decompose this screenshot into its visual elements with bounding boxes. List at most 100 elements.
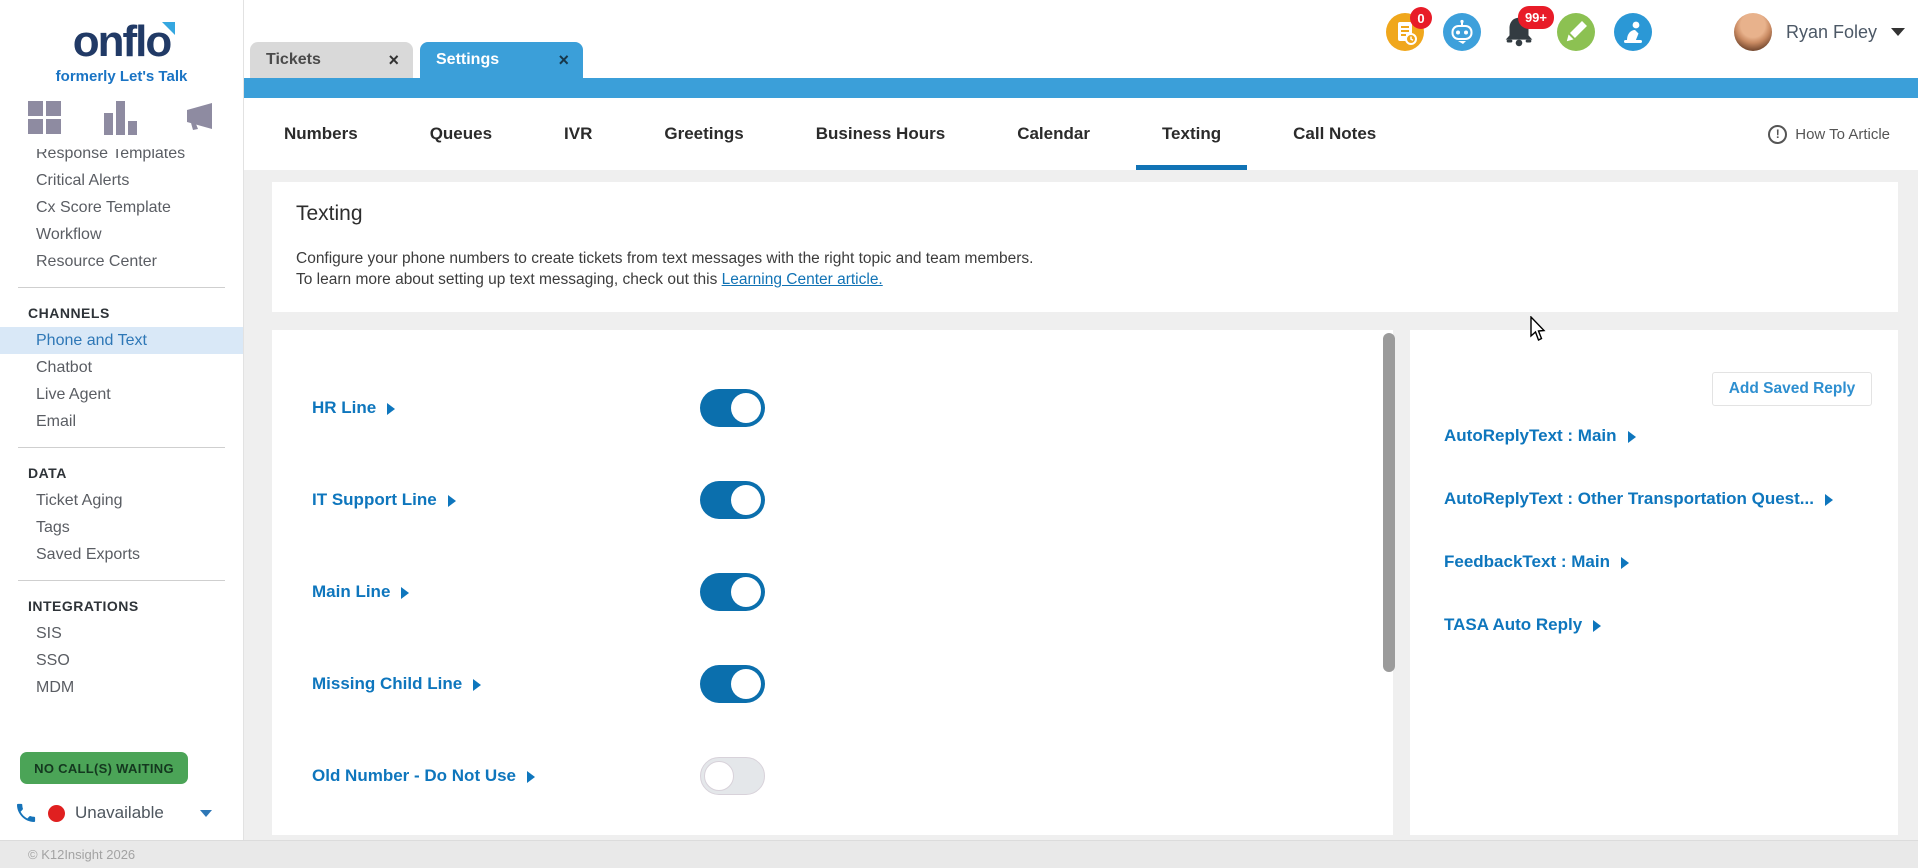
phone-line-toggle[interactable] — [700, 757, 765, 795]
phone-line-toggle[interactable] — [700, 481, 765, 519]
saved-reply-item[interactable]: FeedbackText : Main — [1444, 552, 1898, 572]
caret-down-icon[interactable] — [200, 810, 212, 817]
close-icon[interactable]: × — [388, 51, 399, 69]
copyright-text: © K12Insight 2026 — [28, 847, 135, 862]
compose-icon[interactable] — [1557, 13, 1595, 51]
page-description: Configure your phone numbers to create t… — [296, 248, 1874, 290]
phone-line-link[interactable]: IT Support Line — [312, 490, 456, 510]
phone-line-row: Missing Child Line — [312, 665, 765, 703]
tab-strip — [244, 78, 1918, 98]
tab-business-hours[interactable]: Business Hours — [816, 98, 945, 170]
phone-line-toggle[interactable] — [700, 573, 765, 611]
phone-line-row: IT Support Line — [312, 481, 765, 519]
footer: © K12Insight 2026 — [0, 840, 1918, 868]
sidebar-item-workflow[interactable]: Workflow — [0, 221, 243, 248]
tab-numbers[interactable]: Numbers — [284, 98, 358, 170]
tab-calendar[interactable]: Calendar — [1017, 98, 1090, 170]
sidebar-item-email[interactable]: Email — [0, 408, 243, 435]
phone-line-name: Main Line — [312, 582, 390, 602]
saved-reply-item[interactable]: AutoReplyText : Main — [1444, 426, 1898, 446]
how-to-article-link[interactable]: ! How To Article — [1768, 125, 1890, 144]
phone-line-toggle[interactable] — [700, 665, 765, 703]
window-tab-settings[interactable]: Settings × — [420, 42, 583, 78]
tab-call-notes[interactable]: Call Notes — [1293, 98, 1376, 170]
pencil-icon — [1557, 13, 1595, 51]
megaphone-icon[interactable] — [179, 101, 215, 135]
sidebar-item-tags[interactable]: Tags — [0, 514, 243, 541]
sidebar-item-sis[interactable]: SIS — [0, 620, 243, 647]
sidebar-item-saved-exports[interactable]: Saved Exports — [0, 541, 243, 568]
divider — [18, 580, 225, 581]
saved-reply-label: FeedbackText : Main — [1444, 552, 1610, 572]
sidebar-item-cx-score-template[interactable]: Cx Score Template — [0, 194, 243, 221]
phone-line-name: HR Line — [312, 398, 376, 418]
learning-center-link[interactable]: Learning Center article. — [722, 271, 883, 288]
sidebar-item-ticket-aging[interactable]: Ticket Aging — [0, 487, 243, 514]
dashboard-grid-icon[interactable] — [28, 101, 61, 135]
sidebar-item-critical-alerts[interactable]: Critical Alerts — [0, 167, 243, 194]
brand-logo[interactable]: onflo formerly Let's Talk — [0, 20, 243, 85]
logo-text: onflo — [73, 20, 171, 64]
sidebar-menu: Response Templates Critical Alerts Cx Sc… — [0, 149, 243, 701]
phone-line-link[interactable]: Main Line — [312, 582, 409, 602]
add-saved-reply-button[interactable]: Add Saved Reply — [1712, 372, 1872, 406]
availability-row[interactable]: Unavailable — [14, 798, 224, 828]
section-header-data: DATA — [0, 460, 243, 487]
tab-ivr[interactable]: IVR — [564, 98, 592, 170]
brand-tagline: formerly Let's Talk — [0, 68, 243, 85]
saved-reply-label: TASA Auto Reply — [1444, 615, 1582, 635]
divider — [18, 447, 225, 448]
phone-lines-panel: HR Line IT Support Line Main Line Missin… — [272, 330, 1393, 835]
caret-right-icon — [473, 679, 481, 691]
user-menu[interactable]: Ryan Foley — [1734, 13, 1905, 51]
phone-line-link[interactable]: Old Number - Do Not Use — [312, 766, 535, 786]
description-line1: Configure your phone numbers to create t… — [296, 250, 1033, 267]
saved-reply-item[interactable]: AutoReplyText : Other Transportation Que… — [1444, 489, 1898, 509]
sidebar-icon-row — [0, 101, 243, 135]
chatbot-icon[interactable] — [1443, 13, 1481, 51]
surveys-icon[interactable]: 0 — [1386, 13, 1424, 51]
caret-right-icon — [401, 587, 409, 599]
phone-line-name: Missing Child Line — [312, 674, 462, 694]
caret-right-icon — [1593, 620, 1601, 632]
saved-reply-label: AutoReplyText : Main — [1444, 426, 1617, 446]
user-name: Ryan Foley — [1786, 22, 1877, 43]
section-header-integrations: INTEGRATIONS — [0, 593, 243, 620]
tab-label: Settings — [436, 51, 499, 69]
tab-greetings[interactable]: Greetings — [664, 98, 743, 170]
notifications-icon[interactable]: 99+ — [1500, 13, 1538, 51]
tab-texting[interactable]: Texting — [1162, 98, 1221, 170]
saved-reply-label: AutoReplyText : Other Transportation Que… — [1444, 489, 1814, 509]
saved-replies-panel: Add Saved Reply AutoReplyText : Main Aut… — [1410, 330, 1898, 835]
saved-reply-item[interactable]: TASA Auto Reply — [1444, 615, 1898, 635]
section-header-channels: CHANNELS — [0, 300, 243, 327]
sidebar-item-chatbot[interactable]: Chatbot — [0, 354, 243, 381]
robot-icon — [1443, 13, 1481, 51]
caret-right-icon — [1621, 557, 1629, 569]
header-icon-row: 0 99+ — [1386, 13, 1652, 51]
sidebar-item-phone-and-text[interactable]: Phone and Text — [0, 327, 243, 354]
learning-center-icon[interactable] — [1614, 13, 1652, 51]
availability-label: Unavailable — [75, 803, 164, 823]
caret-right-icon — [1628, 431, 1636, 443]
sidebar-item-live-agent[interactable]: Live Agent — [0, 381, 243, 408]
window-tab-tickets[interactable]: Tickets × — [250, 42, 413, 78]
phone-line-toggle[interactable] — [700, 389, 765, 427]
caret-right-icon — [527, 771, 535, 783]
person-reading-icon — [1614, 13, 1652, 51]
sidebar-item-mdm[interactable]: MDM — [0, 674, 243, 701]
avatar — [1734, 13, 1772, 51]
phone-line-row: Main Line — [312, 573, 765, 611]
status-dot — [48, 805, 65, 822]
phone-line-link[interactable]: HR Line — [312, 398, 395, 418]
sidebar-item-sso[interactable]: SSO — [0, 647, 243, 674]
bar-chart-icon[interactable] — [104, 101, 137, 135]
tab-queues[interactable]: Queues — [430, 98, 492, 170]
sidebar-item-response-templates[interactable]: Response Templates — [0, 149, 243, 167]
close-icon[interactable]: × — [558, 51, 569, 69]
phone-line-name: IT Support Line — [312, 490, 437, 510]
scrollbar-thumb[interactable] — [1383, 333, 1395, 672]
caret-right-icon — [387, 403, 395, 415]
phone-line-link[interactable]: Missing Child Line — [312, 674, 481, 694]
sidebar-item-resource-center[interactable]: Resource Center — [0, 248, 243, 275]
